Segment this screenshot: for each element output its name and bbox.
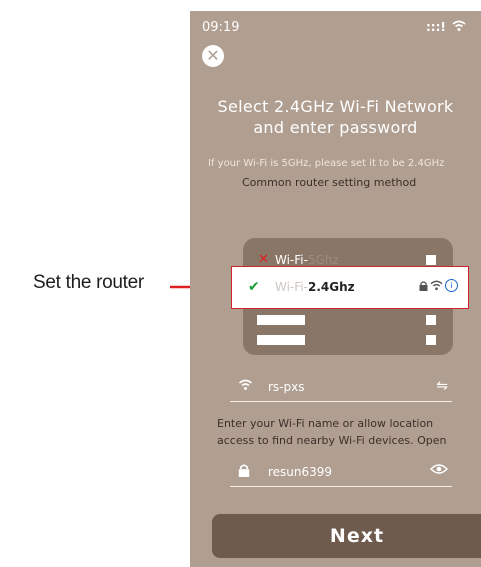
next-button[interactable]: Next [212, 514, 481, 558]
check-icon: ✔ [248, 279, 260, 295]
phone-screen: 09:19 :::! ✕ Select 2.4GHz Wi-Fi Network… [190, 11, 481, 567]
wifi-icon [238, 379, 253, 395]
title-line-1: Select 2.4GHz Wi-Fi Network [217, 97, 454, 116]
password-field[interactable]: resun6399 [230, 460, 452, 487]
title-line-2: and enter password [253, 118, 418, 137]
cross-icon: ✕ [258, 252, 269, 267]
location-message: Enter your Wi-Fi name or allow location … [217, 415, 481, 449]
router-setting-link[interactable]: Common router setting method [242, 176, 416, 189]
status-time: 09:19 [202, 20, 240, 35]
signal-icon: :::! [426, 20, 446, 34]
lock-icon [419, 280, 428, 291]
password-value: resun6399 [268, 465, 333, 479]
wifi-name-value: rs-pxs [268, 380, 305, 394]
message-line-1: Enter your Wi-Fi name or allow location [217, 417, 434, 430]
message-line-2: access to find nearby Wi-Fi devices. Ope… [217, 434, 447, 447]
checkbox-icon [426, 335, 436, 345]
close-icon: ✕ [206, 46, 220, 65]
wifi-name-field[interactable]: rs-pxs ⇋ [230, 375, 452, 402]
network-band: 2.4Ghz [307, 280, 355, 294]
annotation-callout: Set the router [0, 268, 222, 304]
info-icon: i [445, 279, 458, 292]
frequency-hint: If your Wi-Fi is 5GHz, please set it to … [208, 158, 445, 169]
annotation-label: Set the router [33, 272, 144, 293]
lock-icon [238, 464, 250, 481]
router-row-prefix: Wi-Fi- [275, 253, 308, 267]
network-prefix: Wi-Fi- [275, 280, 308, 294]
router-row-placeholder [243, 328, 453, 352]
wifi-status-icon [452, 20, 466, 35]
checkbox-icon [426, 315, 436, 325]
status-icons: :::! [426, 20, 466, 35]
checkbox-icon [426, 255, 436, 265]
wifi-icon [430, 280, 443, 291]
placeholder-bar [257, 335, 305, 345]
placeholder-bar [257, 315, 305, 325]
router-row-band: 5Ghz [307, 253, 339, 267]
switch-icon[interactable]: ⇋ [436, 378, 448, 394]
page-title: Select 2.4GHz Wi-Fi Network and enter pa… [190, 96, 481, 138]
eye-icon[interactable] [429, 463, 449, 479]
close-button[interactable]: ✕ [202, 45, 224, 67]
selected-network-highlight: ✔ Wi-Fi-2.4Ghz i [231, 266, 469, 309]
